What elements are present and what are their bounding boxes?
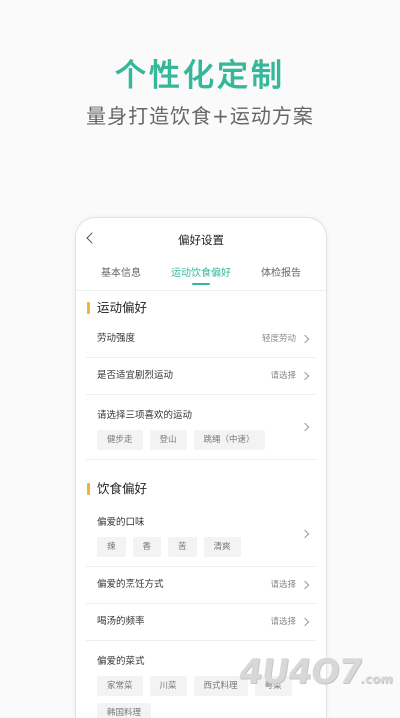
row-favorite-sports[interactable]: 请选择三项喜欢的运动 健步走 登山 跳绳（中速） [86, 395, 316, 460]
tab-bar: 基本信息 运动饮食偏好 体检报告 [76, 262, 326, 290]
cuisine-chip[interactable]: 韩国料理 [97, 703, 152, 718]
sport-chip[interactable]: 跳绳（中速） [193, 430, 265, 450]
watermark-text: 4U4O7 [236, 652, 365, 692]
soup-label: 喝汤的频率 [97, 616, 145, 627]
cooking-value: 请选择 [270, 580, 296, 590]
cooking-label: 偏爱的烹饪方式 [97, 579, 164, 590]
strenuous-value: 请选择 [270, 371, 296, 381]
sport-chip[interactable]: 健步走 [97, 430, 143, 450]
row-taste[interactable]: 偏爱的口味 辣 香 苦 清爽 [86, 502, 316, 567]
row-cooking[interactable]: 偏爱的烹饪方式 请选择 [86, 567, 316, 604]
taste-label: 偏爱的口味 [97, 517, 145, 528]
top-bar: 偏好设置 [76, 218, 326, 262]
phone-screen: 偏好设置 基本信息 运动饮食偏好 体检报告 运动偏好 劳动强度 轻度劳动 是否适… [75, 217, 327, 718]
sport-chip[interactable]: 登山 [149, 430, 187, 450]
cuisine-chip[interactable]: 家常菜 [97, 676, 143, 696]
soup-value: 请选择 [270, 617, 296, 627]
site-watermark: 4U4O7.com [236, 652, 397, 692]
watermark-suffix: .com [359, 672, 394, 686]
section-title-diet: 饮食偏好 [76, 476, 326, 502]
cuisine-chip[interactable]: 川菜 [149, 676, 187, 696]
taste-chip[interactable]: 辣 [97, 537, 126, 557]
favorite-sports-chips: 健步走 登山 跳绳（中速） [97, 430, 316, 450]
intensity-label: 劳动强度 [97, 333, 136, 344]
favorite-sports-label: 请选择三项喜欢的运动 [97, 410, 193, 421]
taste-chip[interactable]: 苦 [168, 537, 197, 557]
chevron-right-icon [300, 334, 310, 344]
row-strenuous[interactable]: 是否适宜剧烈运动 请选择 [86, 358, 316, 395]
promo-subline: 量身打造饮食+运动方案 [86, 104, 314, 128]
taste-chip[interactable]: 清爽 [203, 537, 241, 557]
tab-checkup-report[interactable]: 体检报告 [261, 262, 301, 290]
row-intensity[interactable]: 劳动强度 轻度劳动 [86, 321, 316, 358]
screen-title: 偏好设置 [178, 233, 224, 247]
chevron-right-icon [300, 580, 310, 590]
tab-divider [76, 290, 326, 291]
intensity-value: 轻度劳动 [261, 334, 296, 344]
promo-headline: 个性化定制 [115, 58, 285, 94]
tab-basic-info[interactable]: 基本信息 [101, 262, 141, 290]
taste-chips: 辣 香 苦 清爽 [97, 537, 316, 557]
strenuous-label: 是否适宜剧烈运动 [97, 370, 174, 381]
section-title-sport: 运动偏好 [76, 295, 326, 321]
chevron-right-icon [300, 371, 310, 381]
chevron-right-icon [300, 617, 310, 627]
row-soup[interactable]: 喝汤的频率 请选择 [86, 604, 316, 641]
tab-sport-diet[interactable]: 运动饮食偏好 [171, 262, 231, 290]
taste-chip[interactable]: 香 [132, 537, 162, 557]
